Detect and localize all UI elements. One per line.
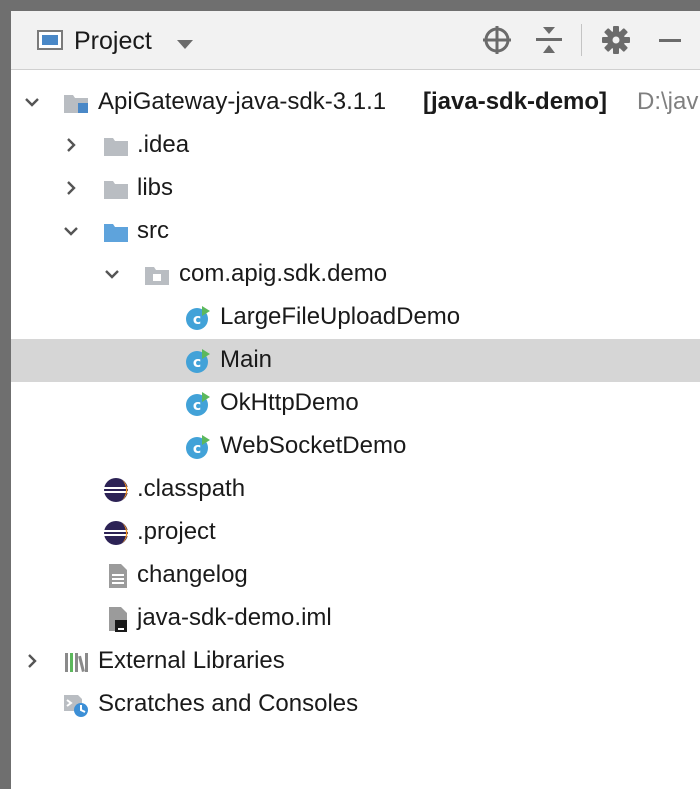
- toolbar-separator: [581, 24, 582, 56]
- tree-item-label: .project: [137, 518, 216, 545]
- eclipse-file-icon: [104, 521, 128, 545]
- tree-item-classpath[interactable]: .classpath: [11, 468, 700, 511]
- project-icon: [37, 30, 63, 50]
- folder-icon: [104, 138, 128, 156]
- java-class-icon: c: [186, 306, 210, 330]
- tree-item-label: WebSocketDemo: [220, 432, 407, 459]
- java-class-icon: c: [186, 435, 210, 459]
- tree-item-label: OkHttpDemo: [220, 389, 359, 416]
- scratches-icon: [64, 695, 88, 717]
- tree-item-class-selected[interactable]: c Main: [11, 339, 700, 382]
- svg-text:c: c: [193, 355, 201, 371]
- tree-item-class[interactable]: c WebSocketDemo: [11, 425, 700, 468]
- tree-item-class[interactable]: c OkHttpDemo: [11, 382, 700, 425]
- chevron-right-icon[interactable]: [63, 180, 79, 196]
- tree-item-package[interactable]: com.apig.sdk.demo: [11, 253, 700, 296]
- tree-item-label: changelog: [137, 561, 248, 588]
- locate-icon[interactable]: [480, 23, 514, 57]
- tree-item-idea[interactable]: .idea: [11, 124, 700, 167]
- chevron-down-icon[interactable]: [24, 94, 40, 110]
- eclipse-file-icon: [104, 478, 128, 502]
- tree-item-src[interactable]: src: [11, 210, 700, 253]
- tree-item-external-libraries[interactable]: External Libraries: [11, 640, 700, 683]
- collapse-all-icon[interactable]: [532, 23, 566, 57]
- svg-text:c: c: [193, 441, 201, 457]
- project-tool-window: Project ApiGateway-java-sdk-3.1.1 [java-…: [0, 0, 700, 789]
- tool-window-header: Project: [11, 11, 700, 70]
- svg-text:c: c: [193, 312, 201, 328]
- library-icon: [65, 653, 88, 673]
- tree-item-label: java-sdk-demo.iml: [137, 604, 332, 631]
- tree-item-label: src: [137, 217, 169, 244]
- folder-icon: [104, 181, 128, 199]
- tree-item-label: Scratches and Consoles: [98, 690, 359, 717]
- tree-item-label: com.apig.sdk.demo: [179, 260, 388, 287]
- source-folder-icon: [104, 224, 128, 242]
- tree-item-class[interactable]: c LargeFileUploadDemo: [11, 296, 700, 339]
- svg-text:c: c: [193, 398, 201, 414]
- module-name: [java-sdk-demo]: [423, 88, 608, 115]
- chevron-down-icon[interactable]: [63, 223, 79, 239]
- gear-icon[interactable]: [599, 23, 633, 57]
- view-selector-label[interactable]: Project: [74, 27, 152, 55]
- tree-item-changelog[interactable]: changelog: [11, 554, 700, 597]
- tree-item-label: External Libraries: [98, 647, 285, 674]
- tree-item-root[interactable]: ApiGateway-java-sdk-3.1.1 [java-sdk-demo…: [11, 81, 700, 124]
- tree-item-scratches[interactable]: Scratches and Consoles: [11, 683, 700, 726]
- text-file-icon: [109, 564, 127, 588]
- module-file-icon: [109, 607, 127, 632]
- tree-item-iml[interactable]: java-sdk-demo.iml: [11, 597, 700, 640]
- tree-item-label: libs: [137, 174, 174, 201]
- tree-item-libs[interactable]: libs: [11, 167, 700, 210]
- project-path: D:\jav: [637, 88, 699, 115]
- tree-item-label: .idea: [137, 131, 190, 158]
- package-icon: [145, 267, 169, 285]
- chevron-down-icon[interactable]: [104, 266, 120, 282]
- tree-item-label: .classpath: [137, 475, 246, 502]
- root-project-name: ApiGateway-java-sdk-3.1.1: [98, 88, 387, 115]
- tree-item-project-file[interactable]: .project: [11, 511, 700, 554]
- chevron-right-icon[interactable]: [24, 653, 40, 669]
- java-class-icon: c: [186, 392, 210, 416]
- dropdown-caret-icon[interactable]: [177, 40, 193, 49]
- tree-item-label: LargeFileUploadDemo: [220, 303, 461, 330]
- module-folder-icon: [64, 95, 88, 113]
- chevron-right-icon[interactable]: [63, 137, 79, 153]
- java-class-icon: c: [186, 349, 210, 373]
- tree-item-label: Main: [220, 346, 273, 373]
- minimize-icon[interactable]: [653, 23, 687, 57]
